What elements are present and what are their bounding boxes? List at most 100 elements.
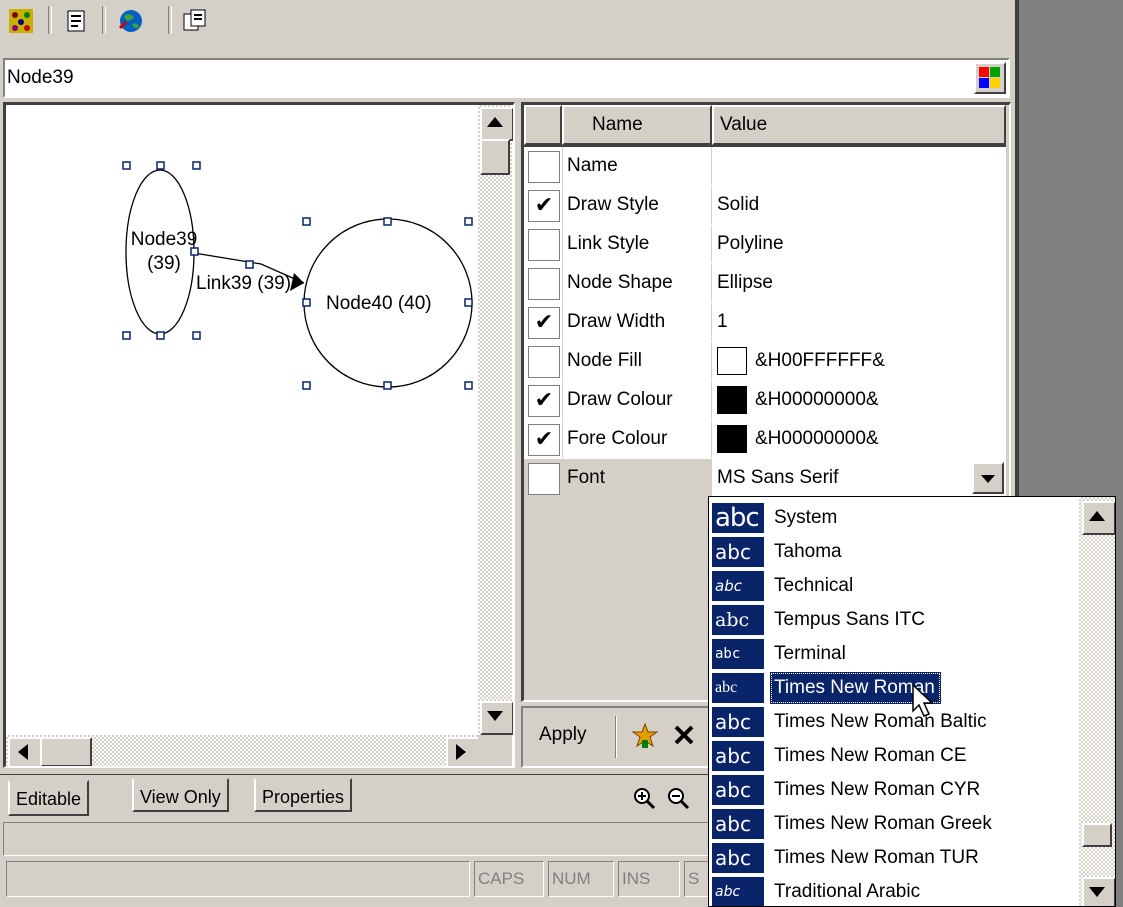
font-option[interactable]: abc Traditional Arabic xyxy=(712,875,1070,906)
font-option[interactable]: abc Tahoma xyxy=(712,535,1070,569)
toolbar-separator xyxy=(102,6,106,34)
status-main xyxy=(6,861,470,897)
font-option[interactable]: abc Times New Roman Greek xyxy=(712,807,1070,841)
row-checkbox[interactable]: ✔ xyxy=(528,424,560,456)
grid-row-draw-style[interactable]: ✔ Draw Style Solid xyxy=(524,186,1006,226)
row-value[interactable]: 1 xyxy=(712,303,1006,341)
row-checkbox[interactable] xyxy=(528,229,560,261)
tab-editable[interactable]: Editable xyxy=(8,780,90,816)
row-checkbox[interactable] xyxy=(528,151,560,183)
row-name-value[interactable] xyxy=(712,147,1006,185)
node-name-field[interactable]: Node39 xyxy=(3,58,1010,98)
toolbar-separator xyxy=(168,6,172,34)
delete-icon[interactable] xyxy=(671,722,701,752)
font-option[interactable]: abc Terminal xyxy=(712,637,1070,671)
status-ins: INS xyxy=(618,861,680,897)
scroll-down-icon[interactable] xyxy=(1082,877,1115,906)
scroll-right-icon[interactable] xyxy=(446,737,480,766)
row-name-label: Draw Style xyxy=(562,186,712,224)
row-checkbox[interactable] xyxy=(528,463,560,495)
row-name-label: Draw Colour xyxy=(562,381,712,419)
font-type-icon: abc xyxy=(712,605,764,635)
font-option-selected[interactable]: abc Times New Roman xyxy=(712,671,1070,705)
node39-label-name: Node39 xyxy=(130,229,198,250)
tab-properties[interactable]: Properties xyxy=(254,778,353,812)
scroll-thumb[interactable] xyxy=(480,139,510,175)
font-type-icon: abc xyxy=(712,503,764,533)
scroll-left-icon[interactable] xyxy=(8,737,42,766)
zoom-out-icon[interactable] xyxy=(666,786,690,810)
row-name-label: Font xyxy=(562,459,712,497)
node-name-value: Node39 xyxy=(7,67,74,88)
tab-view-only[interactable]: View Only xyxy=(132,778,229,812)
toolbar-separator xyxy=(615,716,617,758)
column-header-value[interactable]: Value xyxy=(712,105,1006,145)
row-value-cell[interactable]: &H00000000& xyxy=(712,420,1006,458)
scroll-corner xyxy=(478,735,512,766)
grid-row-draw-colour[interactable]: ✔ Draw Colour &H00000000& xyxy=(524,381,1006,421)
row-value[interactable]: Ellipse xyxy=(712,264,1006,302)
node39-label-id: (39) xyxy=(147,253,181,274)
row-name-label: Node Fill xyxy=(562,342,712,380)
apply-button[interactable]: Apply xyxy=(539,724,587,746)
row-value[interactable]: Polyline xyxy=(712,225,1006,263)
row-value[interactable]: Solid xyxy=(712,186,1006,224)
row-value: &H00000000& xyxy=(755,389,879,410)
font-combo[interactable]: MS Sans Serif xyxy=(712,459,1006,497)
palette-icon[interactable] xyxy=(974,62,1006,94)
row-value-cell[interactable]: &H00FFFFFF& xyxy=(712,342,1006,380)
copy-icon[interactable] xyxy=(180,6,210,36)
properties-icon[interactable] xyxy=(62,6,92,36)
grid-header: Name Value xyxy=(524,105,1006,147)
diagram-canvas[interactable]: Node39 (39) Link39 (39) Node40 (40) xyxy=(3,102,515,768)
grid-row-link-style[interactable]: Link Style Polyline xyxy=(524,225,1006,265)
globe-icon[interactable] xyxy=(116,6,146,36)
scroll-thumb[interactable] xyxy=(1082,823,1112,847)
row-name-label: Draw Width xyxy=(562,303,712,341)
font-type-icon: abc xyxy=(712,775,764,805)
grid-row-font[interactable]: Font MS Sans Serif xyxy=(524,459,1006,499)
font-option[interactable]: abc Tempus Sans ITC xyxy=(712,603,1070,637)
font-option[interactable]: abc Times New Roman TUR xyxy=(712,841,1070,875)
font-list-scrollbar[interactable] xyxy=(1079,497,1115,906)
grid-row-draw-width[interactable]: ✔ Draw Width 1 xyxy=(524,303,1006,343)
font-option[interactable]: abc Technical xyxy=(712,569,1070,603)
wizard-icon[interactable] xyxy=(631,722,661,752)
mouse-cursor-icon xyxy=(912,683,934,717)
chevron-down-icon[interactable] xyxy=(972,462,1004,494)
grid-row-node-fill[interactable]: Node Fill &H00FFFFFF& xyxy=(524,342,1006,382)
color-swatch xyxy=(717,424,747,453)
font-option[interactable]: abc System xyxy=(712,501,1070,535)
grid-row-name[interactable]: Name xyxy=(524,147,1006,187)
zoom-in-icon[interactable] xyxy=(632,786,656,810)
font-option-label: System xyxy=(774,507,838,528)
scroll-up-icon[interactable] xyxy=(1082,501,1115,535)
row-checkbox[interactable]: ✔ xyxy=(528,307,560,339)
row-value-cell[interactable]: &H00000000& xyxy=(712,381,1006,419)
scroll-thumb-horizontal[interactable] xyxy=(40,737,92,766)
font-option[interactable]: abc Times New Roman CE xyxy=(712,739,1070,773)
grid-row-node-shape[interactable]: Node Shape Ellipse xyxy=(524,264,1006,304)
scroll-up-icon[interactable] xyxy=(480,107,513,141)
row-name-label: Link Style xyxy=(562,225,712,263)
column-header-name[interactable]: Name xyxy=(562,105,712,145)
canvas-vertical-scrollbar[interactable] xyxy=(478,105,513,735)
row-value: &H00000000& xyxy=(755,428,879,449)
row-checkbox[interactable] xyxy=(528,268,560,300)
font-option[interactable]: abc Times New Roman CYR xyxy=(712,773,1070,807)
grid-row-fore-colour[interactable]: ✔ Fore Colour &H00000000& xyxy=(524,420,1006,460)
node39-label: Node39 (39) xyxy=(124,227,204,277)
font-type-icon: abc xyxy=(712,809,764,839)
font-dropdown-list[interactable]: abc System abc Tahoma abc Technical abc … xyxy=(708,496,1116,907)
grid-action-bar: Apply xyxy=(521,706,711,768)
row-checkbox[interactable] xyxy=(528,346,560,378)
font-option[interactable]: abc Times New Roman Baltic xyxy=(712,705,1070,739)
row-name-label: Node Shape xyxy=(562,264,712,302)
row-value: &H00FFFFFF& xyxy=(755,350,885,371)
row-checkbox[interactable]: ✔ xyxy=(528,385,560,417)
layout-icon[interactable] xyxy=(6,6,36,36)
scroll-down-icon[interactable] xyxy=(480,701,513,735)
canvas-horizontal-scrollbar[interactable] xyxy=(6,735,480,766)
row-checkbox[interactable]: ✔ xyxy=(528,190,560,222)
node40-label: Node40 (40) xyxy=(326,293,432,314)
